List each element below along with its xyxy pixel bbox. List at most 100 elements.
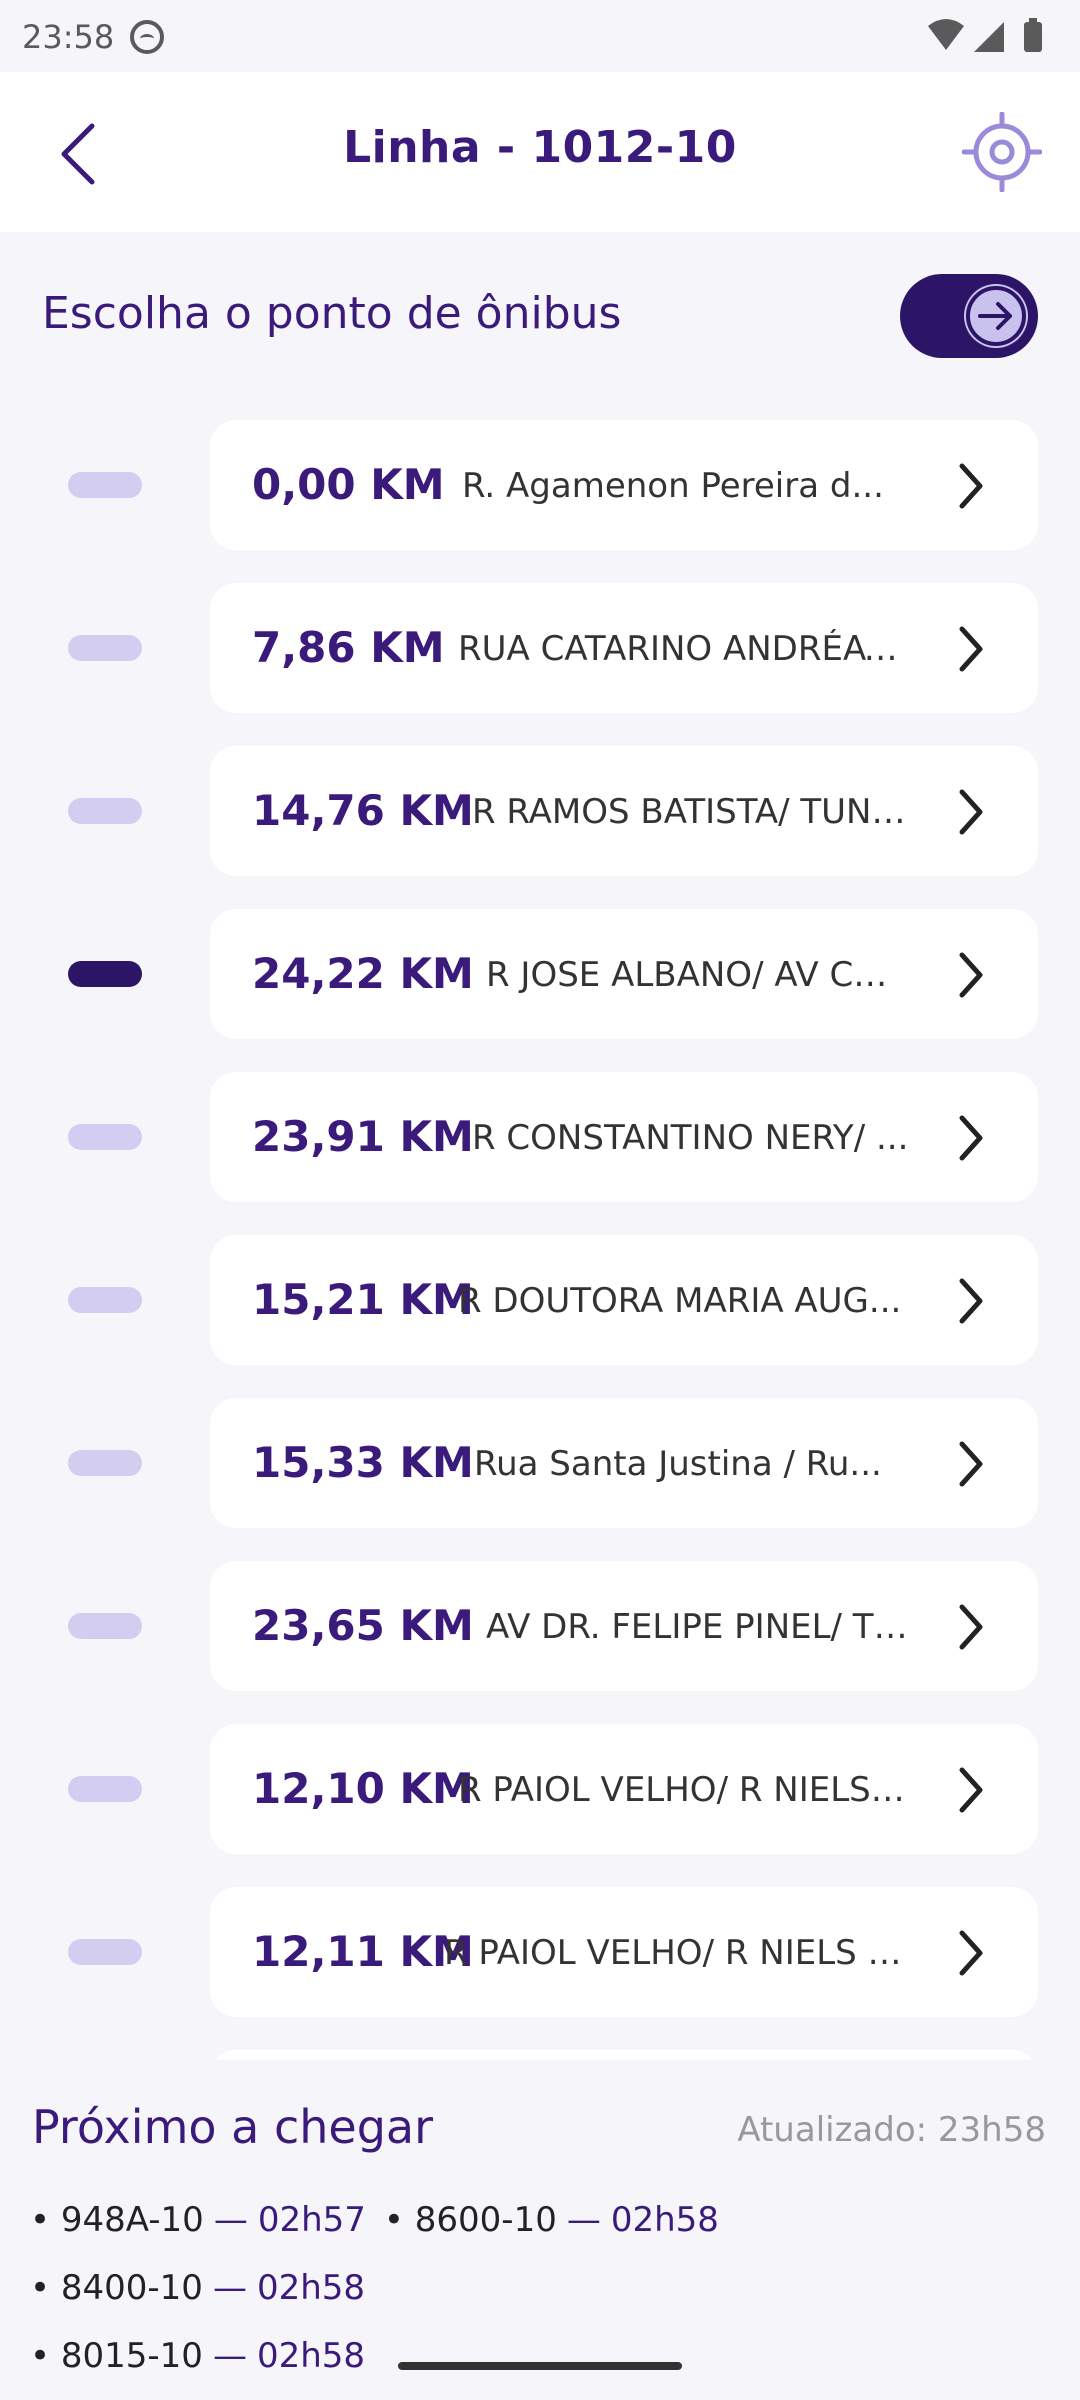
next-arrivals-title: Próximo a chegar <box>32 2100 433 2154</box>
chevron-right-icon <box>959 1930 983 1976</box>
page-title: Linha - 1012-10 <box>343 122 737 173</box>
dash: — <box>212 2336 247 2376</box>
arrivals-list: • 948A-10—02h57 • 8600-10—02h58• 8400-10—… <box>30 2186 1060 2390</box>
list-item[interactable]: 23,91 KM R CONSTANTINO NERY/ ... <box>0 1072 1080 1202</box>
stop-distance: 12,11 KM <box>252 1927 474 1976</box>
status-notification-icon <box>130 20 164 54</box>
stop-name: RUA CATARINO ANDRÉAT... <box>458 629 910 669</box>
chevron-right-icon <box>959 952 983 998</box>
arrival-line: 8600-10 <box>414 2200 557 2240</box>
next-arrivals-panel: Próximo a chegar Atualizado: 23h58 • 948… <box>0 2060 1080 2400</box>
status-icons <box>928 18 1042 52</box>
list-item[interactable]: 12,11 KM R PAIOL VELHO/ R NIELS C... <box>0 1887 1080 2017</box>
stop-marker <box>68 1450 142 1476</box>
stop-name: R. Agamenon Pereira d... <box>462 466 884 506</box>
stop-card[interactable]: 24,22 KM R JOSE ALBANO/ AV CB.... <box>210 909 1038 1039</box>
bullet: • <box>30 2268 61 2308</box>
arrival-line: 948A-10 <box>60 2200 204 2240</box>
list-item[interactable]: 14,76 KM R RAMOS BATISTA/ TUNE... <box>0 746 1080 876</box>
dash: — <box>566 2200 601 2240</box>
stop-name: R PAIOL VELHO/ R NIELS C... <box>444 1933 910 1973</box>
stop-marker <box>68 1124 142 1150</box>
stop-card[interactable]: 12,11 KM R PAIOL VELHO/ R NIELS C... <box>210 1887 1038 2017</box>
stop-card[interactable]: 14,76 KM R RAMOS BATISTA/ TUNE... <box>210 746 1038 876</box>
stop-name: R DOUTORA MARIA AUG... <box>458 1281 902 1321</box>
arrival-item: • 948A-10—02h57 <box>30 2186 366 2254</box>
stop-distance: 24,22 KM <box>252 949 474 998</box>
stop-card[interactable]: 23,91 KM R CONSTANTINO NERY/ ... <box>210 1072 1038 1202</box>
stop-marker <box>68 1776 142 1802</box>
list-item[interactable]: 7,86 KM RUA CATARINO ANDRÉAT... <box>0 583 1080 713</box>
list-item[interactable]: 24,22 KM R JOSE ALBANO/ AV CB.... <box>0 909 1080 1039</box>
stop-distance: 14,76 KM <box>252 786 474 835</box>
dash: — <box>213 2200 248 2240</box>
chevron-right-icon <box>959 1604 983 1650</box>
stop-marker <box>68 635 142 661</box>
chevron-right-icon <box>959 1278 983 1324</box>
status-bar: 23:58 <box>0 0 1080 72</box>
stop-name: R JOSE ALBANO/ AV CB.... <box>486 955 910 995</box>
list-item[interactable]: 0,00 KM R. Agamenon Pereira d... <box>0 420 1080 550</box>
bullet: • <box>30 2336 61 2376</box>
locate-icon[interactable] <box>962 112 1042 192</box>
list-item[interactable]: 12,10 KM R PAIOL VELHO/ R NIELS ... <box>0 1724 1080 1854</box>
arrival-time: 02h58 <box>256 2268 366 2308</box>
chevron-right-icon <box>959 789 983 835</box>
section-title: Escolha o ponto de ônibus <box>42 288 622 339</box>
arrival-time: 02h57 <box>257 2200 366 2240</box>
list-item[interactable]: 23,65 KM AV DR. FELIPE PINEL/ TE... <box>0 1561 1080 1691</box>
toggle-knob <box>964 284 1028 348</box>
stop-name: Rua Santa Justina / Ru... <box>474 1444 882 1484</box>
home-indicator[interactable] <box>398 2362 682 2370</box>
stop-card[interactable]: 7,86 KM RUA CATARINO ANDRÉAT... <box>210 583 1038 713</box>
signal-icon <box>974 22 1004 52</box>
arrival-line: 8400-10 <box>60 2268 203 2308</box>
list-item[interactable]: 15,21 KM R DOUTORA MARIA AUG... <box>0 1235 1080 1365</box>
stop-distance: 15,21 KM <box>252 1275 474 1324</box>
stop-card[interactable]: 15,33 KM Rua Santa Justina / Ru... <box>210 1398 1038 1528</box>
app-header: Linha - 1012-10 <box>0 72 1080 232</box>
arrival-line: 8015-10 <box>60 2336 203 2376</box>
arrival-time: 02h58 <box>610 2200 719 2240</box>
bullet: • <box>383 2200 415 2240</box>
stop-marker <box>68 1287 142 1313</box>
stop-list[interactable]: 0,00 KM R. Agamenon Pereira d... 7,86 KM RU… <box>0 420 1080 2060</box>
stop-distance: 23,65 KM <box>252 1601 474 1650</box>
stop-distance: 15,33 KM <box>252 1438 474 1487</box>
bullet: • <box>30 2200 61 2240</box>
arrival-item: • 8015-10—02h58 <box>30 2322 365 2390</box>
chevron-right-icon <box>959 1115 983 1161</box>
stop-marker <box>68 961 142 987</box>
stop-distance: 7,86 KM <box>252 623 445 672</box>
dash: — <box>212 2268 247 2308</box>
stop-distance: 12,10 KM <box>252 1764 474 1813</box>
wifi-icon <box>928 19 964 50</box>
stop-card[interactable]: 15,21 KM R DOUTORA MARIA AUG... <box>210 1235 1038 1365</box>
stop-marker <box>68 472 142 498</box>
stop-marker <box>68 1939 142 1965</box>
direction-toggle[interactable] <box>900 274 1038 358</box>
chevron-right-icon <box>959 1441 983 1487</box>
updated-label: Atualizado: 23h58 <box>737 2110 1046 2150</box>
stop-card-partial[interactable] <box>210 2050 1038 2060</box>
status-time: 23:58 <box>22 18 115 56</box>
arrow-right-circle-icon <box>966 286 1026 346</box>
stop-distance: 0,00 KM <box>252 460 445 509</box>
stop-marker <box>68 798 142 824</box>
stop-card[interactable]: 12,10 KM R PAIOL VELHO/ R NIELS ... <box>210 1724 1038 1854</box>
chevron-right-icon <box>959 463 983 509</box>
battery-icon <box>1024 22 1042 52</box>
arrival-time: 02h58 <box>256 2336 366 2376</box>
chevron-right-icon <box>959 626 983 672</box>
stop-card[interactable]: 0,00 KM R. Agamenon Pereira d... <box>210 420 1038 550</box>
stop-distance: 23,91 KM <box>252 1112 474 1161</box>
stop-card[interactable]: 23,65 KM AV DR. FELIPE PINEL/ TE... <box>210 1561 1038 1691</box>
list-item[interactable]: 15,33 KM Rua Santa Justina / Ru... <box>0 1398 1080 1528</box>
stop-name: R CONSTANTINO NERY/ ... <box>472 1118 909 1158</box>
stop-name: R RAMOS BATISTA/ TUNE... <box>472 792 910 832</box>
arrival-item: • 8600-10—02h58 <box>384 2186 719 2254</box>
arrival-item: • 8400-10—02h58 <box>30 2254 365 2322</box>
stop-marker <box>68 1613 142 1639</box>
stop-name: AV DR. FELIPE PINEL/ TE... <box>486 1607 910 1647</box>
stop-name: R PAIOL VELHO/ R NIELS ... <box>458 1770 910 1810</box>
